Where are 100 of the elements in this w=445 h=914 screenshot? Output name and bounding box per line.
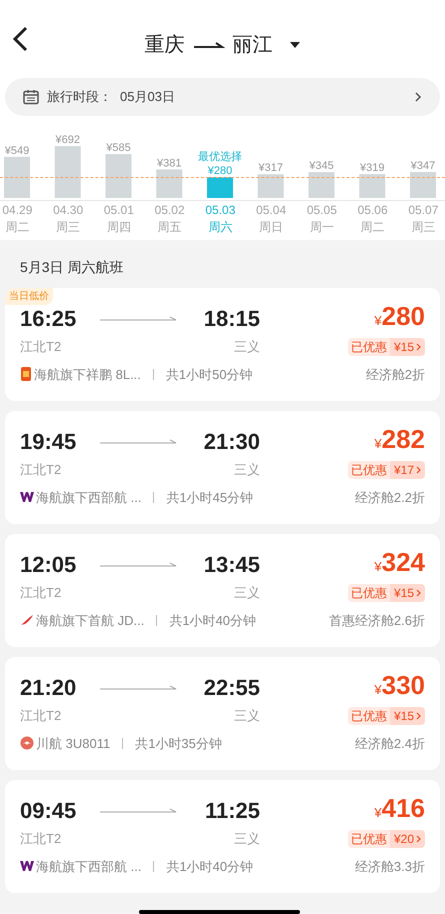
airline-logo-icon: [20, 736, 34, 750]
back-icon[interactable]: [10, 26, 30, 52]
price-bar[interactable]: [156, 169, 182, 198]
day-date[interactable]: 05.01: [104, 202, 134, 219]
price-bar[interactable]: [258, 174, 284, 198]
arrival-airport: 三义: [233, 461, 260, 479]
airline-info: 川航 3U8011: [36, 734, 110, 752]
cabin-class: 经济舱2.4折: [354, 734, 425, 752]
departure-airport: 江北T2: [20, 338, 62, 356]
dropdown-icon[interactable]: [288, 41, 300, 49]
currency-symbol: ¥: [374, 558, 382, 576]
cabin-class: 经济舱3.3折: [354, 858, 425, 876]
chevron-right-icon: [416, 588, 421, 597]
best-choice-label: 最优选择: [198, 151, 242, 163]
arrival-time: 21:30: [202, 428, 260, 456]
day-date[interactable]: 05.05: [306, 202, 337, 219]
day-weekday[interactable]: 周四: [106, 219, 131, 236]
departure-airport: 江北T2: [20, 707, 62, 725]
airline-logo-icon: [20, 367, 32, 382]
price-bar[interactable]: [410, 172, 436, 198]
destination-city: 丽江: [232, 33, 272, 58]
bar-price: ¥549: [4, 144, 30, 157]
departure-time: 21:20: [20, 674, 78, 702]
day-weekday[interactable]: 周六: [208, 219, 232, 236]
price: 416: [382, 794, 425, 822]
day-weekday[interactable]: 周三: [411, 219, 436, 236]
airline-logo-icon: [20, 860, 34, 872]
chevron-right-icon: [416, 834, 421, 843]
price-bar[interactable]: [106, 154, 132, 198]
flight-duration: 共1小时35分钟: [135, 734, 222, 752]
date-label: 旅行时段：: [47, 88, 112, 106]
day-weekday[interactable]: 周五: [158, 219, 182, 236]
price: 282: [382, 425, 425, 453]
day-weekday[interactable]: 周三: [56, 219, 80, 236]
cabin-class: 经济舱2折: [366, 366, 425, 384]
day-weekday[interactable]: 周一: [310, 219, 334, 236]
bar-price: ¥585: [106, 142, 131, 154]
arrival-time: 11:25: [204, 797, 260, 825]
departure-time: 19:45: [20, 428, 78, 456]
arrival-airport: 三义: [233, 584, 260, 602]
day-date[interactable]: 04.30: [53, 202, 84, 219]
day-weekday[interactable]: 周二: [360, 219, 385, 236]
flight-card[interactable]: 12:05 13:45 ¥324 江北T2 三义 已优惠 ¥15 海航旗下首航 JD... 共1小时40分钟 首惠经济舱2.6折: [5, 534, 440, 647]
departure-airport: 江北T2: [20, 584, 62, 602]
currency-symbol: ¥: [374, 312, 382, 330]
day-date[interactable]: 05.06: [358, 202, 388, 219]
origin-city: 重庆: [144, 33, 184, 58]
arrival-airport: 三义: [233, 338, 260, 356]
chevron-right-icon: [416, 466, 421, 474]
cabin-class: 首惠经济舱2.6折: [328, 612, 425, 630]
chevron-right-icon: [416, 342, 421, 351]
price-bar[interactable]: [54, 146, 81, 198]
day-date[interactable]: 05.07: [408, 202, 438, 219]
calendar-icon: [23, 89, 39, 105]
flight-duration: 共1小时45分钟: [166, 488, 254, 506]
arrival-time: 22:55: [202, 674, 260, 702]
currency-symbol: ¥: [374, 804, 382, 822]
bar-price: ¥319: [360, 162, 384, 174]
currency-symbol: ¥: [374, 435, 382, 453]
day-weekday[interactable]: 周二: [5, 219, 30, 236]
departure-airport: 江北T2: [20, 830, 62, 848]
chevron-right-icon: [416, 712, 421, 720]
arrival-time: 18:15: [202, 305, 260, 333]
day-date[interactable]: 05.02: [154, 202, 185, 219]
flight-card[interactable]: 当日低价 16:25 18:15 ¥280 江北T2 三义 已优惠 ¥15 海航旗下祥鹏 8L... 共1小时50分钟 经济舱2折: [5, 288, 440, 401]
price-bar[interactable]: [308, 172, 334, 198]
bar-price: ¥317: [258, 162, 283, 174]
arrival-time: 13:45: [202, 551, 260, 579]
airline-logo-icon: [20, 614, 34, 626]
bar-price: ¥345: [309, 160, 334, 172]
price-bar[interactable]: [207, 177, 233, 198]
price-bar[interactable]: [359, 174, 386, 198]
bar-price: ¥692: [56, 134, 80, 146]
arrival-airport: 三义: [233, 707, 260, 725]
airline-info: 海航旗下首航 JD...: [36, 612, 144, 630]
day-date[interactable]: 04.29: [2, 202, 32, 219]
price: 280: [382, 302, 425, 330]
date-value: 05月03日: [120, 88, 175, 106]
flight-duration: 共1小时40分钟: [169, 612, 256, 630]
date-bar[interactable]: 旅行时段： 05月03日: [5, 78, 440, 116]
departure-time: 09:45: [20, 797, 78, 825]
flight-card[interactable]: 09:45 11:25 ¥416 江北T2 三义 已优惠 ¥20 海航旗下西部航 ... 共1小时40分钟 经济舱3.3折: [5, 780, 440, 893]
airline-info: 海航旗下祥鹏 8L...: [34, 366, 141, 384]
day-weekday[interactable]: 周日: [259, 219, 284, 236]
price-bar[interactable]: [4, 156, 30, 198]
price: 330: [382, 671, 425, 699]
flight-duration: 共1小时40分钟: [166, 858, 254, 876]
flight-card[interactable]: 19:45 21:30 ¥282 江北T2 三义 已优惠 ¥17 海航旗下西部航 ... 共1小时45分钟 经济舱2.2折: [5, 411, 440, 524]
airline-logo-icon: [20, 491, 34, 504]
currency-symbol: ¥: [374, 681, 382, 699]
departure-time: 12:05: [20, 551, 78, 579]
arrival-airport: 三义: [233, 830, 260, 848]
departure-airport: 江北T2: [20, 461, 62, 479]
flight-duration: 共1小时50分钟: [166, 366, 253, 384]
departure-time: 16:25: [20, 305, 78, 333]
flight-card[interactable]: 21:20 22:55 ¥330 江北T2 三义 已优惠 ¥15 川航 3U8011 共1小时35分钟 经济舱2.4折: [5, 657, 440, 770]
day-date[interactable]: 05.03: [205, 202, 236, 219]
airline-info: 海航旗下西部航 ...: [36, 488, 142, 506]
day-date[interactable]: 05.04: [256, 202, 286, 219]
price: 324: [382, 548, 425, 576]
